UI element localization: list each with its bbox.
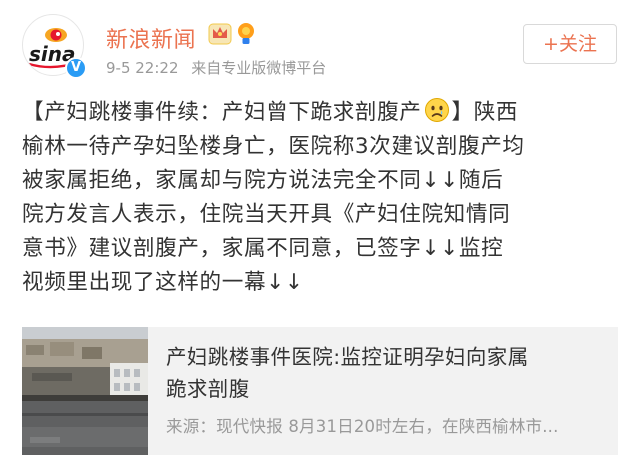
post-source[interactable]: 来自专业版微博平台 (191, 59, 326, 77)
post-line: 【产妇跳楼事件续：产妇曾下跪求剖腹产 】陕西 (22, 96, 622, 130)
card-source: 来源：现代快报 8月31日20时左右，在陕西榆林市... (166, 417, 559, 436)
card-title-line: 产妇跳楼事件医院:监控证明孕妇向家属 (166, 345, 529, 369)
sad-face-emoji-icon (424, 98, 449, 122)
vip-crown-icon[interactable] (208, 23, 232, 45)
verified-v-icon: V (65, 57, 87, 79)
post-line-text: 【产妇跳楼事件续：产妇曾下跪求剖腹产 (22, 100, 422, 125)
post-line: 榆林一待产孕妇坠楼身亡，医院称3次建议剖腹产均 (22, 134, 525, 159)
card-title-line: 跪求剖腹 (166, 377, 250, 401)
post-line: 被家属拒绝，家属却与院方说法完全不同↓↓随后 (22, 168, 504, 193)
post-meta: 9-5 22:22 来自专业版微博平台 (106, 57, 334, 78)
follow-button[interactable]: +关注 (523, 24, 617, 64)
post-text: 【产妇跳楼事件续：产妇曾下跪求剖腹产 】陕西 榆林一待产孕妇坠楼身亡，医院称3次… (22, 96, 622, 300)
link-card[interactable]: 产妇跳楼事件医院:监控证明孕妇向家属 跪求剖腹 来源：现代快报 8月31日20时… (22, 327, 618, 455)
post-line-text: 】陕西 (451, 100, 519, 125)
post-timestamp[interactable]: 9-5 22:22 (106, 59, 179, 77)
post-line: 意书》建议剖腹产，家属不同意，已签字↓↓监控 (22, 236, 504, 261)
card-title[interactable]: 产妇跳楼事件医院:监控证明孕妇向家属 跪求剖腹 (166, 341, 611, 405)
post-line: 视频里出现了这样的一幕↓↓ (22, 270, 304, 295)
post-header: sina V 新浪新闻 9-5 22:22 来自专业版微博平台 +关注 (0, 0, 640, 90)
account-name[interactable]: 新浪新闻 (106, 22, 196, 54)
post-line: 院方发言人表示，住院当天开具《产妇住院知情同 (22, 202, 511, 227)
hospital-rooftop-image (22, 327, 148, 455)
card-thumbnail[interactable] (22, 327, 148, 455)
account-badges (208, 23, 254, 45)
lightbulb-icon[interactable] (238, 23, 254, 44)
